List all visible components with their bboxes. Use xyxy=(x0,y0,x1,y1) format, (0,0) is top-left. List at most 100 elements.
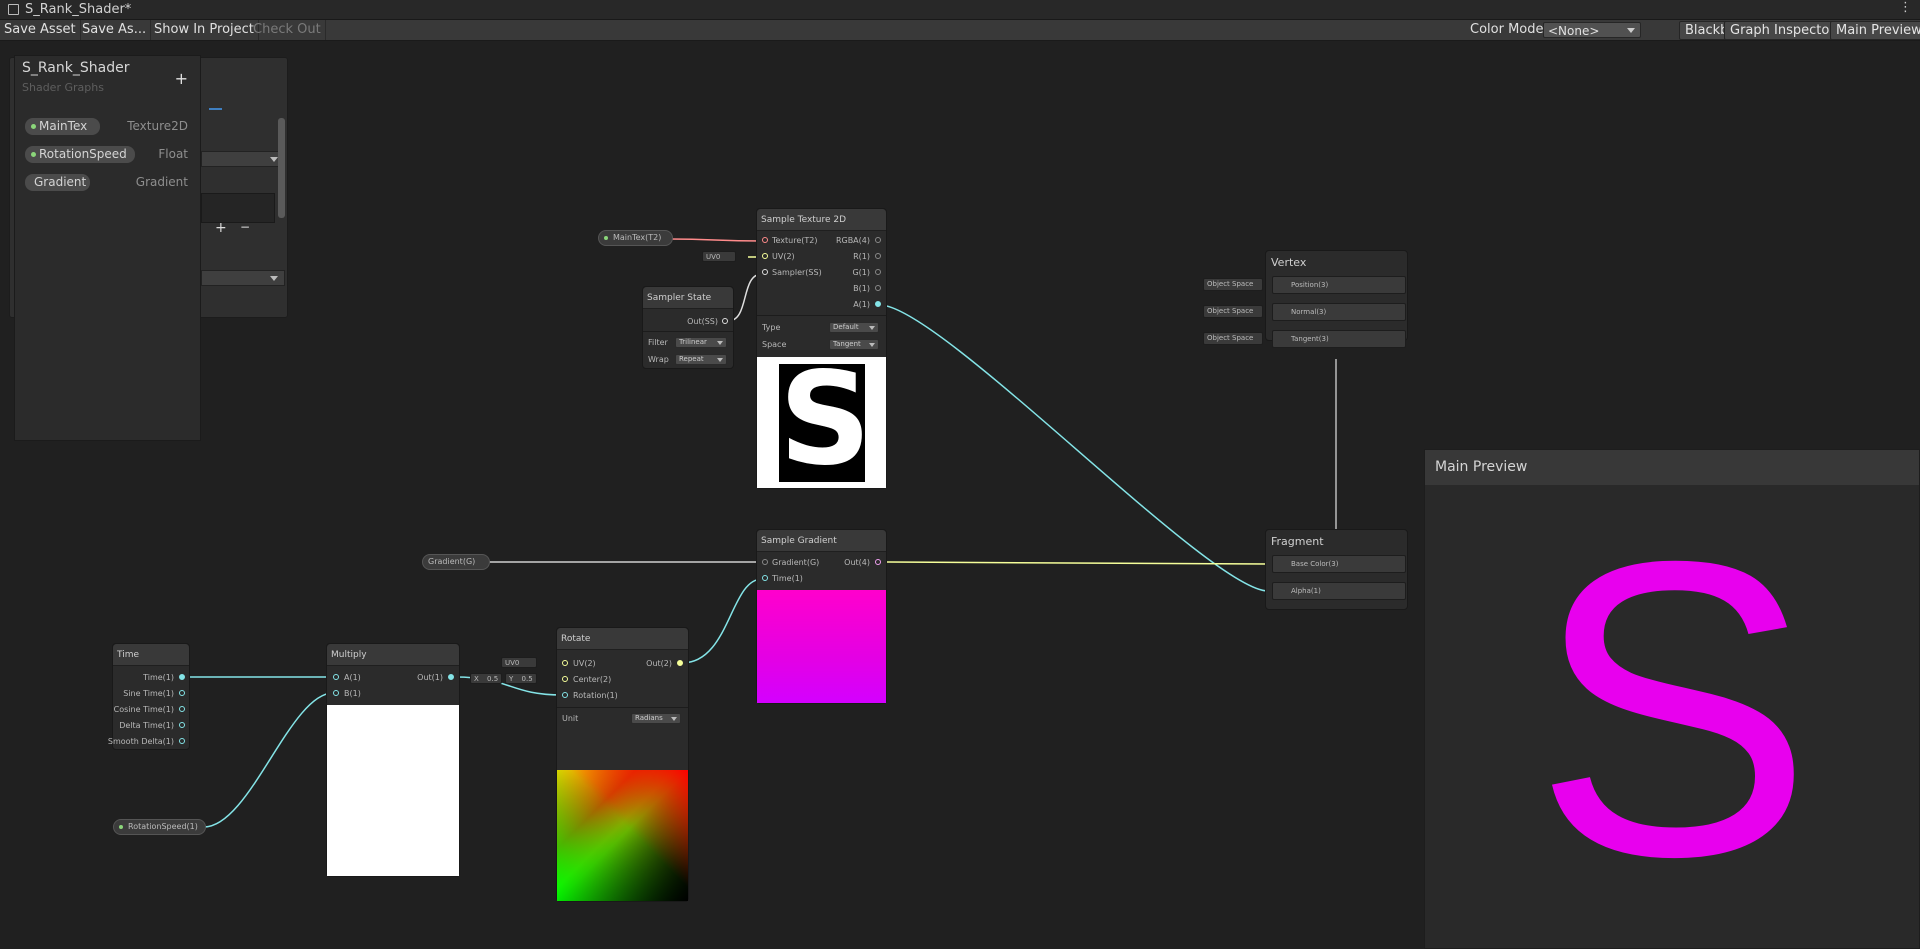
center-y-field[interactable]: Y 0.5 xyxy=(505,673,537,684)
node-title: Rotate xyxy=(557,628,688,650)
filter-dropdown[interactable]: Trilinear xyxy=(675,337,727,348)
port-dot-icon xyxy=(722,318,728,324)
color-mode-label: Color Mode xyxy=(1470,22,1544,37)
input-port-uv[interactable]: UV(2) xyxy=(772,252,795,262)
port-dot-icon xyxy=(762,575,768,581)
port-dot-icon xyxy=(875,285,881,291)
node-title: Fragment xyxy=(1271,535,1324,548)
output-port-out[interactable]: Out(4) xyxy=(844,558,870,568)
input-port-rotation[interactable]: Rotation(1) xyxy=(573,691,618,701)
y-label: Y xyxy=(509,675,514,683)
node-title: Multiply xyxy=(327,644,459,666)
blackboard-subtitle: Shader Graphs xyxy=(22,81,104,94)
property-node-maintex[interactable]: MainTex(T2) xyxy=(598,230,673,246)
sample-gradient-node[interactable]: Sample Gradient Gradient(G) Time(1) Out(… xyxy=(756,529,887,704)
input-port-time[interactable]: Time(1) xyxy=(772,574,803,584)
type-label: Type xyxy=(762,323,781,332)
multiply-node[interactable]: Multiply A(1) B(1) Out(1) xyxy=(326,643,460,877)
input-port-texture[interactable]: Texture(T2) xyxy=(772,236,818,246)
port-dot-icon xyxy=(762,253,768,259)
input-port-b[interactable]: B(1) xyxy=(344,689,361,699)
output-port-cosine-time[interactable]: Cosine Time(1) xyxy=(114,705,174,715)
port-dot-icon xyxy=(179,738,185,744)
output-port-sine-time[interactable]: Sine Time(1) xyxy=(123,689,174,699)
input-port-sampler[interactable]: Sampler(SS) xyxy=(772,268,822,278)
port-dot-icon xyxy=(762,237,768,243)
property-name: RotationSpeed xyxy=(39,147,127,161)
output-port-delta-time[interactable]: Delta Time(1) xyxy=(119,721,174,731)
block-position[interactable]: Position(3) xyxy=(1272,276,1406,294)
input-port-uv[interactable]: UV(2) xyxy=(573,659,596,669)
exposed-dot-icon xyxy=(31,152,36,157)
port-dot-icon xyxy=(562,660,568,666)
output-port-r[interactable]: R(1) xyxy=(853,252,870,262)
input-port-gradient[interactable]: Gradient(G) xyxy=(772,558,819,568)
property-type: Float xyxy=(158,147,188,161)
save-asset-button[interactable]: Save Asset xyxy=(0,20,81,40)
output-port-time[interactable]: Time(1) xyxy=(143,673,174,683)
block-tangent[interactable]: Tangent(3) xyxy=(1272,330,1406,348)
property-name: Gradient xyxy=(34,175,87,189)
color-mode-dropdown[interactable]: <None> xyxy=(1543,22,1641,38)
property-node-gradient[interactable]: Gradient(G) xyxy=(422,554,490,570)
main-preview-toggle[interactable]: Main Preview xyxy=(1830,21,1920,40)
wrap-dropdown[interactable]: Repeat xyxy=(675,354,727,365)
graph-canvas[interactable]: + − S_Rank_Shader Shader Graphs + MainTe… xyxy=(0,41,1920,949)
rotate-uv-dropdown[interactable]: UV0 xyxy=(501,657,537,668)
type-dropdown[interactable]: Default xyxy=(829,322,879,333)
port-dot-icon xyxy=(875,301,881,307)
output-port-b[interactable]: B(1) xyxy=(853,284,870,294)
unit-value: Radians xyxy=(635,714,663,722)
port-dot-icon xyxy=(875,237,881,243)
inspector-scrollbar[interactable] xyxy=(278,118,285,218)
output-port-g[interactable]: G(1) xyxy=(852,268,870,278)
block-label: Alpha(1) xyxy=(1291,587,1321,595)
input-port-center[interactable]: Center(2) xyxy=(573,675,611,685)
port-dot-icon xyxy=(179,690,185,696)
unit-dropdown[interactable]: Radians xyxy=(631,713,681,724)
save-as-button[interactable]: Save As... xyxy=(78,20,152,40)
exposed-dot-icon xyxy=(604,236,608,240)
output-port-out[interactable]: Out(SS) xyxy=(687,317,718,327)
sampler-state-node[interactable]: Sampler State Out(SS) Filter Trilinear W… xyxy=(642,286,734,369)
fragment-context-node[interactable]: Fragment Base Color(3) Alpha(1) xyxy=(1265,529,1408,610)
block-alpha[interactable]: Alpha(1) xyxy=(1272,582,1406,600)
property-node-rotationspeed[interactable]: RotationSpeed(1) xyxy=(113,819,206,835)
vertex-context-node[interactable]: Vertex Position(3) Normal(3) Tangent(3) xyxy=(1265,250,1408,348)
output-port-a[interactable]: A(1) xyxy=(853,300,870,310)
block-base-color[interactable]: Base Color(3) xyxy=(1272,555,1406,573)
sample-texture-2d-node[interactable]: Sample Texture 2D Texture(T2) UV(2) Samp… xyxy=(756,208,887,490)
add-property-button[interactable]: + xyxy=(175,69,188,88)
output-port-out[interactable]: Out(2) xyxy=(646,659,672,669)
main-preview-panel[interactable]: Main Preview S xyxy=(1424,449,1920,949)
property-type: Gradient xyxy=(135,175,188,189)
add-icon[interactable]: + xyxy=(215,220,227,236)
multiply-preview xyxy=(327,705,459,876)
graph-inspector-toggle[interactable]: Graph Inspector xyxy=(1724,21,1841,40)
normal-space-field[interactable]: Object Space xyxy=(1203,305,1263,318)
space-value: Object Space xyxy=(1207,334,1254,342)
property-node-label: MainTex(T2) xyxy=(613,233,662,242)
property-rotationspeed[interactable]: RotationSpeed xyxy=(25,146,135,163)
type-value: Default xyxy=(833,323,859,331)
y-value: 0.5 xyxy=(521,675,533,683)
input-port-a[interactable]: A(1) xyxy=(344,673,361,683)
port-dot-icon xyxy=(762,269,768,275)
node-title: Vertex xyxy=(1271,256,1307,269)
time-node[interactable]: Time Time(1) Sine Time(1) Cosine Time(1)… xyxy=(108,643,190,750)
position-space-field[interactable]: Object Space xyxy=(1203,278,1263,291)
output-port-rgba[interactable]: RGBA(4) xyxy=(836,236,870,246)
rotate-node[interactable]: Rotate UV(2) Center(2) Rotation(1) Out(2… xyxy=(556,627,689,902)
remove-icon[interactable]: − xyxy=(240,220,250,234)
center-x-field[interactable]: X 0.5 xyxy=(470,673,502,684)
edge-maintex-texture xyxy=(669,238,763,242)
output-port-out[interactable]: Out(1) xyxy=(417,673,443,683)
output-port-smooth-delta[interactable]: Smooth Delta(1) xyxy=(108,737,174,747)
uv-channel-dropdown[interactable]: UV0 xyxy=(702,251,736,262)
block-normal[interactable]: Normal(3) xyxy=(1272,303,1406,321)
kebab-menu-icon[interactable]: ⋮ xyxy=(1899,0,1912,15)
tangent-space-field[interactable]: Object Space xyxy=(1203,332,1263,345)
property-maintex[interactable]: MainTex xyxy=(25,118,100,135)
show-in-project-button[interactable]: Show In Project xyxy=(150,20,259,40)
property-gradient[interactable]: Gradient xyxy=(25,174,90,191)
